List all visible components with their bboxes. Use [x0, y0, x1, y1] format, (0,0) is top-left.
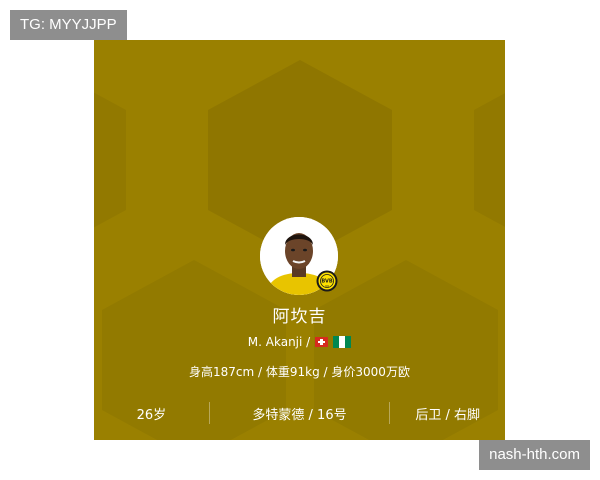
- watermark-bottom-right: nash-hth.com: [479, 440, 590, 470]
- player-age: 26岁: [136, 407, 167, 423]
- player-info-row: 26岁 多特蒙德 / 16号 后卫 / 右脚: [94, 400, 505, 426]
- player-name-english: M. Akanji /: [247, 335, 311, 349]
- svg-text:09: 09: [325, 284, 329, 288]
- player-name-nationality-row: M. Akanji /: [94, 335, 505, 349]
- bvb-club-badge-icon: BVB 09: [316, 270, 338, 292]
- nigeria-flag-icon: [333, 336, 352, 348]
- player-card: BVB 09 阿坎吉 M. Akanji / 身高187cm / 体重91kg …: [94, 40, 505, 440]
- player-name-chinese: 阿坎吉: [272, 307, 327, 327]
- switzerland-flag-icon: [315, 337, 329, 347]
- player-position-foot: 后卫 / 右脚: [415, 407, 480, 423]
- player-physical-stats: 身高187cm / 体重91kg / 身价3000万欧: [189, 365, 410, 379]
- player-club-number: 多特蒙德 / 16号: [252, 407, 347, 423]
- watermark-top-left: TG: MYYJJPP: [10, 10, 127, 40]
